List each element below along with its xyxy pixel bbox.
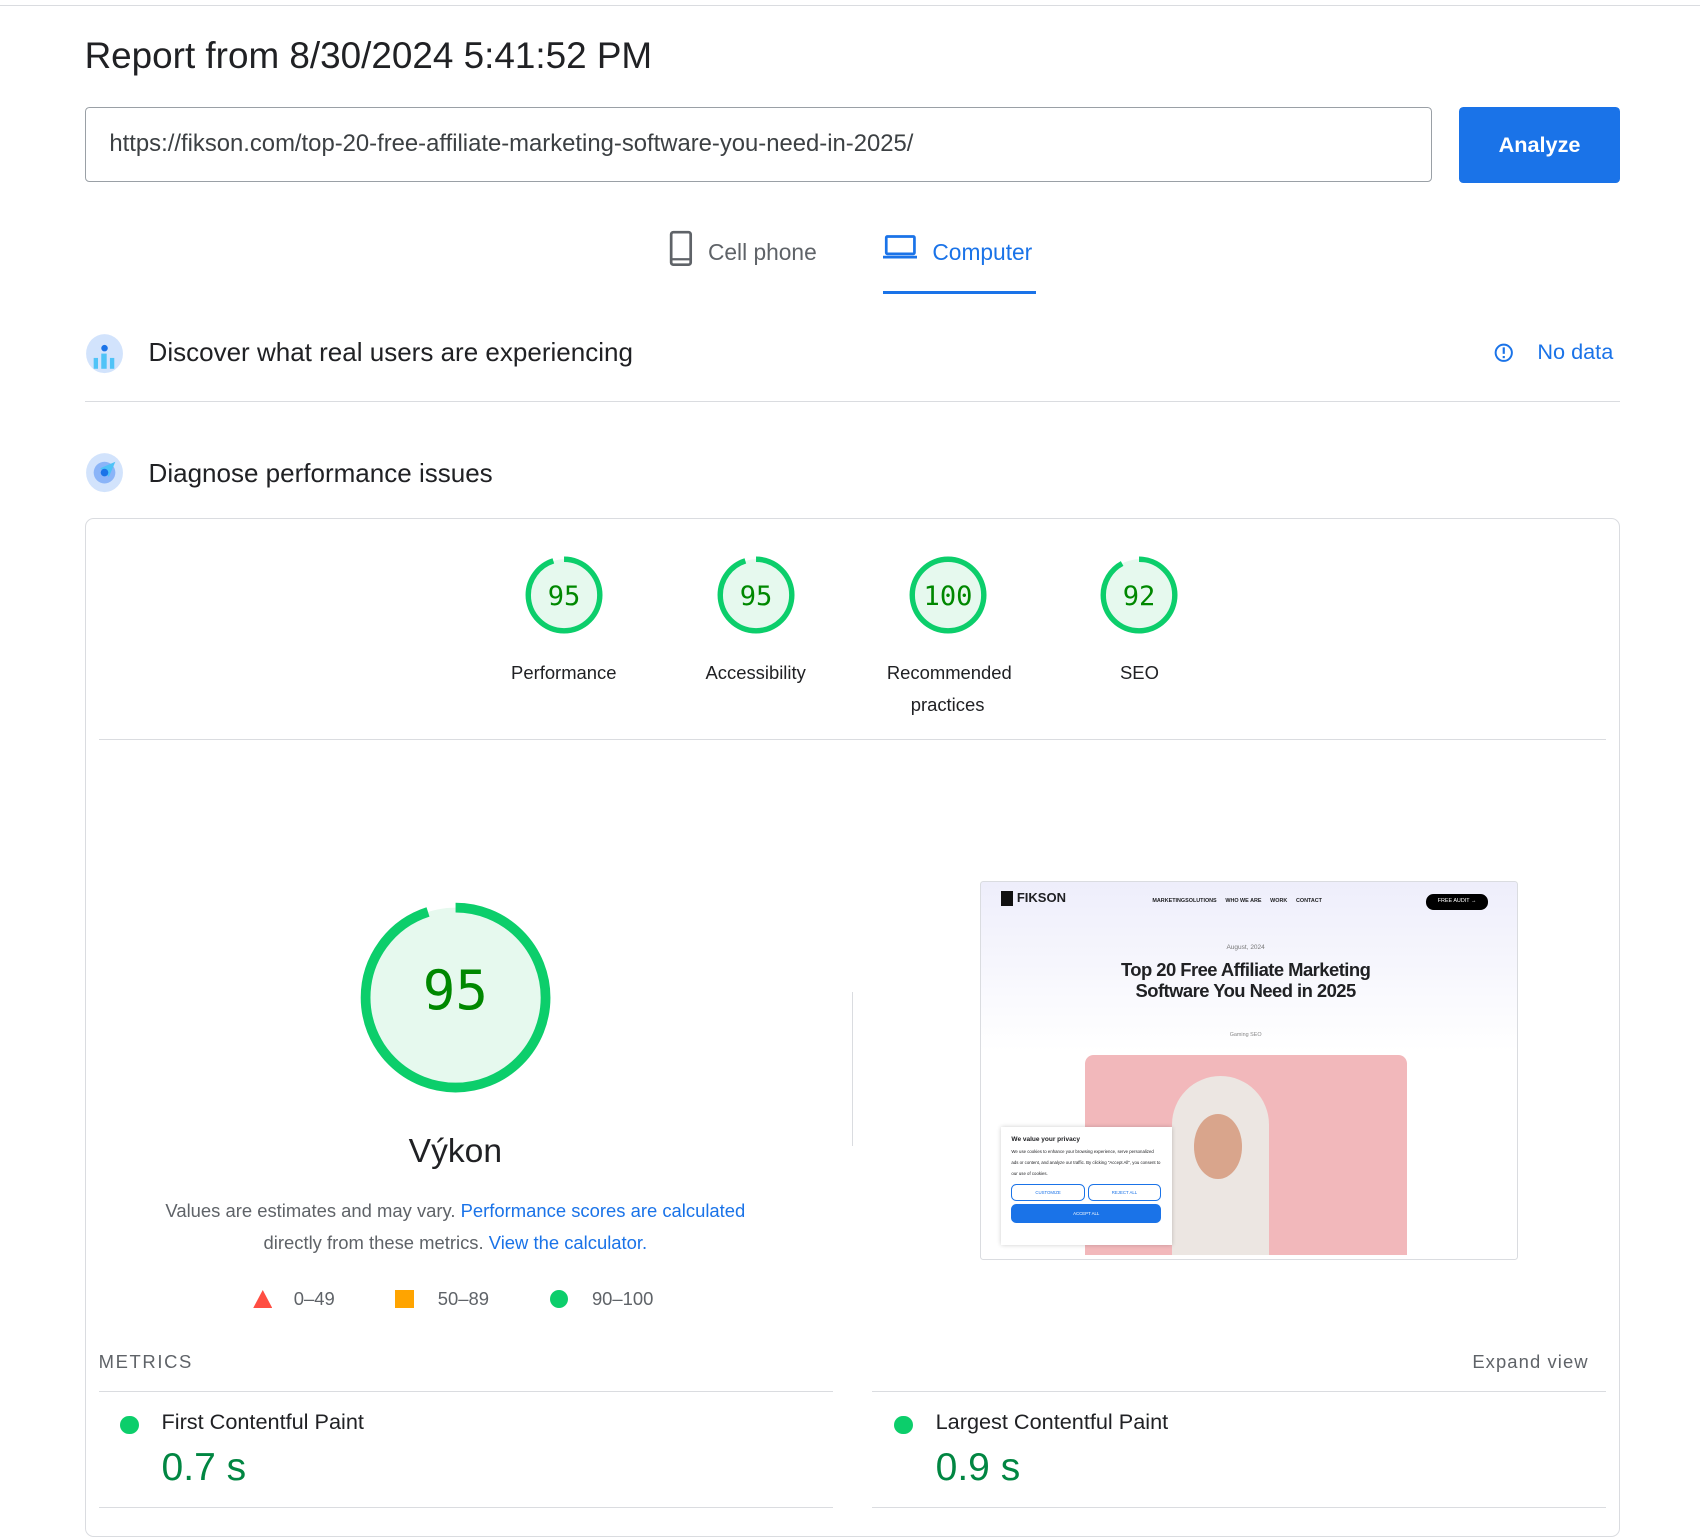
metric-name: First Contentful Paint (161, 1409, 364, 1435)
legend-range: 90–100 (591, 1288, 654, 1309)
main-score-value: 95 (422, 959, 488, 1023)
score-gauge-accessibility[interactable]: 95 Accessibility (673, 556, 838, 689)
vertical-divider (852, 992, 854, 1146)
good-circle-icon (894, 1415, 913, 1435)
metrics-heading: METRICS (98, 1350, 193, 1372)
gauge-ring: 95 (525, 556, 603, 634)
gauge-value: 95 (739, 581, 772, 612)
desc-text: directly from these metrics. (263, 1232, 489, 1254)
metrics-divider (98, 1507, 833, 1509)
metrics-divider (871, 1391, 1606, 1393)
metric-value: 0.9 s (935, 1446, 1021, 1490)
tab-cell-phone[interactable]: Cell phone (669, 230, 817, 291)
legend-range: 0–49 (293, 1288, 335, 1309)
page-title: Report from 8/30/2024 5:41:52 PM (84, 34, 653, 76)
gauges-divider (98, 739, 1606, 741)
score-gauge-performance[interactable]: 95 Performance (481, 556, 646, 689)
score-gauge-recommended-practices[interactable]: 100 Recommended practices (865, 556, 1030, 721)
real-users-icon (85, 333, 123, 373)
triangle-icon (252, 1289, 273, 1309)
screenshot-headline: Top 20 Free Affiliate Marketing Software… (1120, 959, 1371, 1002)
metrics-divider (98, 1391, 833, 1393)
screenshot-cookie-banner: We value your privacy We use cookies to … (1000, 1127, 1172, 1245)
diagnose-icon (85, 453, 123, 493)
metric-name: Largest Contentful Paint (935, 1409, 1169, 1435)
screenshot-brand: FIKSON (1000, 890, 1066, 907)
gauge-ring: 100 (909, 556, 987, 634)
square-icon (395, 1289, 414, 1309)
tab-label: Cell phone (707, 238, 817, 265)
score-gauge-seo[interactable]: 92 SEO (1057, 556, 1222, 689)
screenshot-nav: MARKETINGSOLUTIONS WHO WE ARE WORK CONTACT (1152, 897, 1322, 904)
score-description: Values are estimates and may vary. Perfo… (108, 1195, 802, 1260)
legend-range: 50–89 (437, 1288, 489, 1309)
scores-calculated-link[interactable]: Performance scores are calculated (461, 1200, 746, 1221)
laptop-icon (882, 234, 918, 259)
gauge-value: 100 (923, 581, 972, 612)
score-legend: 0–49 50–89 90–100 (252, 1288, 654, 1310)
top-divider (0, 5, 1700, 7)
metric-value: 0.7 s (161, 1446, 247, 1490)
field-data-title: Discover what real users are experiencin… (148, 337, 633, 368)
lab-data-title: Diagnose performance issues (148, 457, 493, 488)
metrics-divider (871, 1507, 1606, 1509)
circle-icon (549, 1289, 569, 1309)
gauge-ring: 95 (717, 556, 795, 634)
no-data-link[interactable]: No data (1494, 339, 1613, 365)
gauge-ring: 92 (1100, 556, 1178, 634)
expand-view-button[interactable]: Expand view (1472, 1351, 1588, 1373)
gauge-label: Recommended practices (886, 661, 1012, 716)
good-circle-icon (120, 1415, 139, 1435)
gauge-label: Performance (511, 661, 617, 683)
tab-label: Computer (932, 238, 1033, 265)
screenshot-cta: FREE AUDIT → (1425, 894, 1489, 910)
page-screenshot: FIKSON MARKETINGSOLUTIONS WHO WE ARE WORK C… (980, 881, 1518, 1260)
screenshot-category: Gaming SEO (1229, 1032, 1262, 1039)
gauge-label: SEO (1120, 661, 1159, 683)
gauge-value: 92 (1123, 581, 1156, 612)
gauge-value: 95 (547, 581, 580, 612)
screenshot-date: August, 2024 (1226, 944, 1265, 952)
info-icon (1494, 343, 1513, 362)
url-input[interactable]: https://fikson.com/top-20-free-affiliate… (84, 107, 1433, 183)
phone-icon (669, 230, 692, 266)
view-calculator-link[interactable]: View the calculator. (489, 1232, 647, 1253)
section-divider (84, 401, 1620, 403)
no-data-text: No data (1537, 339, 1614, 365)
tab-computer[interactable]: Computer (882, 230, 1037, 294)
gauge-label: Accessibility (705, 661, 806, 683)
analyze-button[interactable]: Analyze (1459, 107, 1620, 184)
main-score-label: Výkon (408, 1132, 503, 1170)
desc-text: Values are estimates and may vary. (165, 1199, 461, 1221)
